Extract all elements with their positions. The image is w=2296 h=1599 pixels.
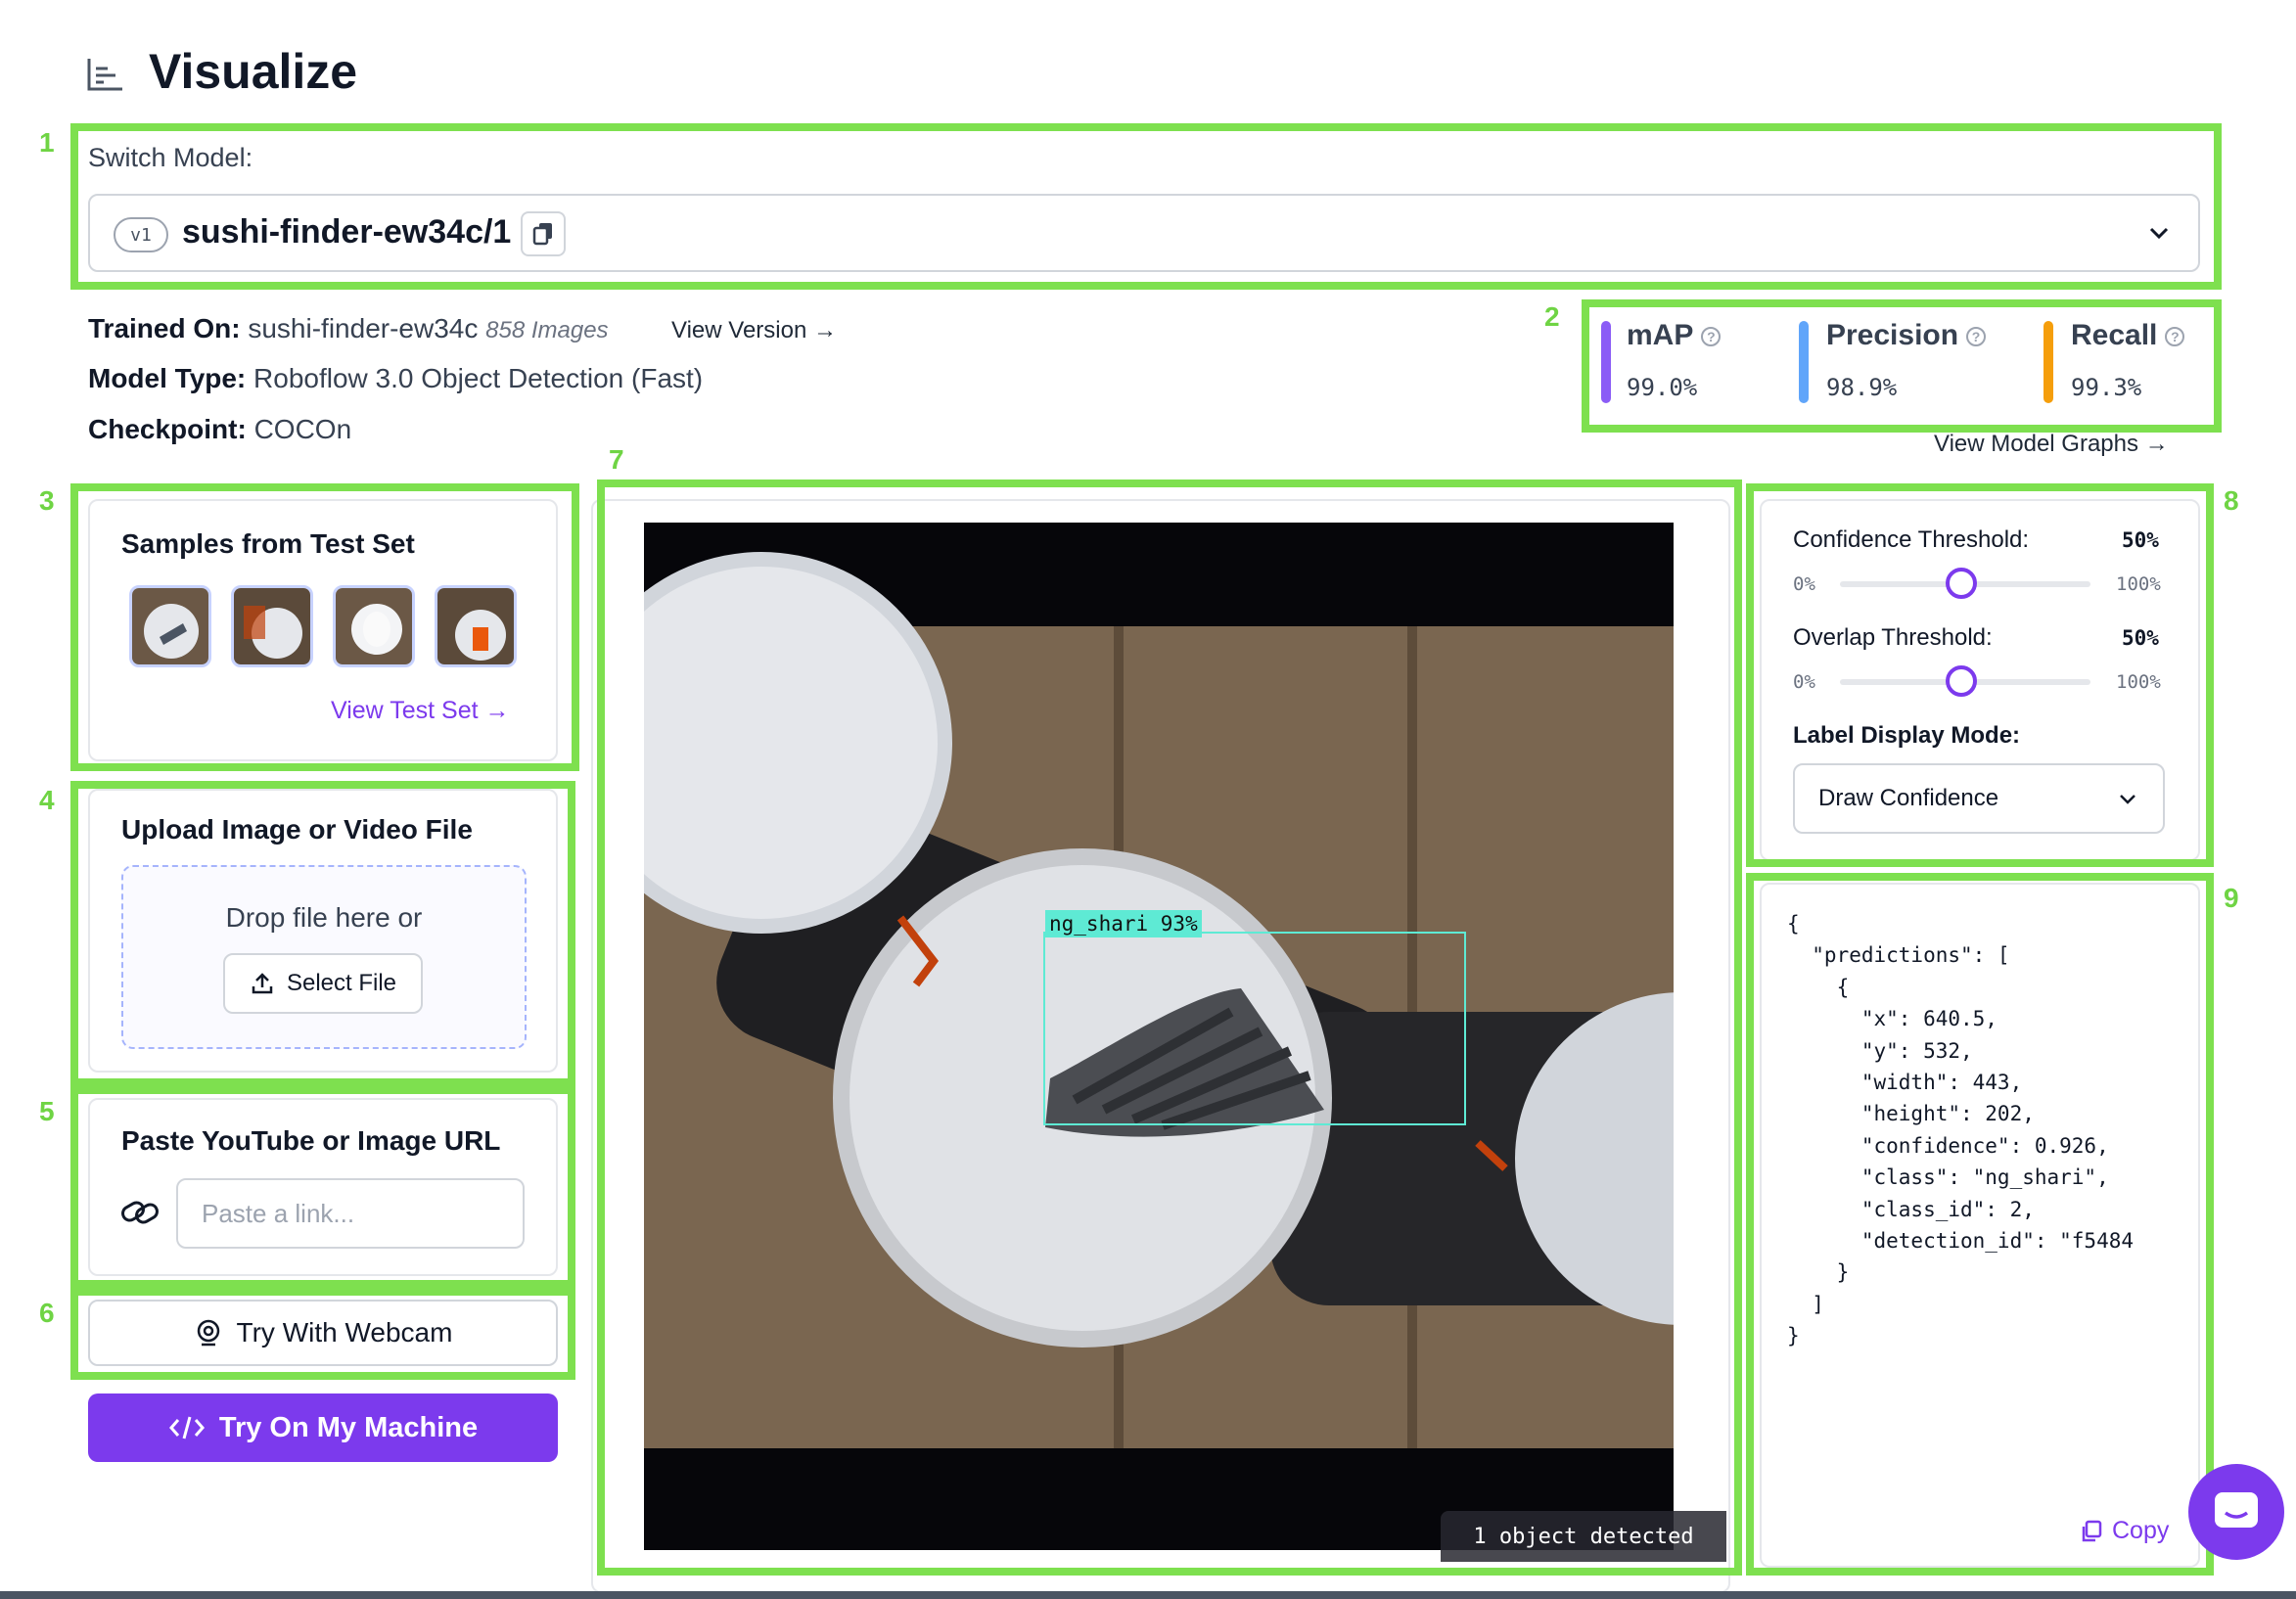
annotation-box-2 bbox=[1582, 299, 2222, 433]
view-version-link[interactable]: View Version → bbox=[671, 317, 837, 344]
bottom-divider bbox=[0, 1591, 2296, 1599]
checkpoint-value: COCOn bbox=[253, 414, 352, 444]
view-model-graphs-link[interactable]: View Model Graphs → bbox=[1934, 431, 2169, 458]
annotation-box-9 bbox=[1746, 873, 2214, 1576]
annotation-number-9: 9 bbox=[2224, 883, 2239, 913]
model-type-label: Model Type: bbox=[88, 363, 247, 393]
trained-on-label: Trained On: bbox=[88, 313, 241, 343]
annotation-number-7: 7 bbox=[609, 444, 624, 475]
trained-on-row: Trained On: sushi-finder-ew34c 858 Image… bbox=[88, 313, 609, 344]
dataset-link[interactable]: sushi-finder-ew34c bbox=[248, 313, 478, 343]
images-count: 858 Images bbox=[485, 317, 609, 343]
annotation-box-3 bbox=[70, 483, 579, 771]
checkpoint-row: Checkpoint: COCOn bbox=[88, 414, 351, 445]
annotation-box-4 bbox=[70, 781, 575, 1086]
annotation-number-8: 8 bbox=[2224, 485, 2239, 516]
page-title: Visualize bbox=[149, 44, 358, 99]
chat-icon bbox=[2215, 1492, 2258, 1528]
annotation-number-1: 1 bbox=[39, 127, 55, 158]
annotation-box-6 bbox=[70, 1288, 575, 1380]
annotation-number-5: 5 bbox=[39, 1096, 55, 1126]
checkpoint-label: Checkpoint: bbox=[88, 414, 247, 444]
annotation-box-7 bbox=[597, 480, 1742, 1576]
annotation-number-6: 6 bbox=[39, 1298, 55, 1328]
annotation-number-3: 3 bbox=[39, 485, 55, 516]
try-on-my-machine-label: Try On My Machine bbox=[218, 1411, 479, 1443]
annotation-box-8 bbox=[1746, 483, 2214, 867]
model-type-row: Model Type: Roboflow 3.0 Object Detectio… bbox=[88, 363, 703, 394]
code-icon bbox=[168, 1416, 205, 1439]
try-on-my-machine-button[interactable]: Try On My Machine bbox=[88, 1393, 558, 1462]
chart-icon bbox=[86, 57, 125, 92]
model-type-value: Roboflow 3.0 Object Detection (Fast) bbox=[253, 363, 704, 393]
annotation-box-1 bbox=[70, 123, 2222, 290]
annotation-number-4: 4 bbox=[39, 785, 55, 815]
annotation-number-2: 2 bbox=[1544, 301, 1560, 332]
chat-launcher[interactable] bbox=[2188, 1464, 2284, 1560]
annotation-box-5 bbox=[70, 1086, 575, 1288]
